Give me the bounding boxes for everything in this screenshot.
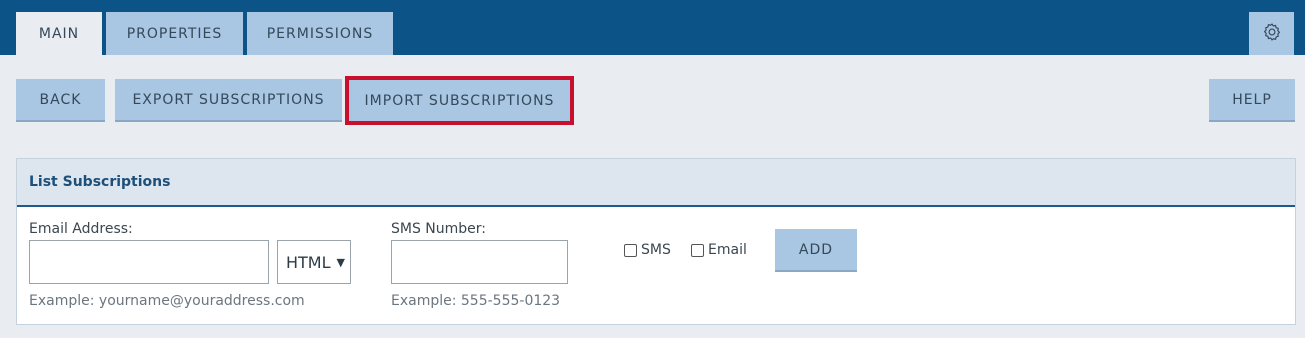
export-subscriptions-button[interactable]: EXPORT SUBSCRIPTIONS <box>115 79 342 122</box>
gear-icon <box>1262 22 1282 46</box>
list-subscriptions-panel: List Subscriptions Email Address: HTML ▼… <box>16 158 1296 325</box>
panel-title: List Subscriptions <box>17 159 1295 207</box>
email-checkbox[interactable] <box>691 243 704 257</box>
top-navigation-bar: MAIN PROPERTIES PERMISSIONS <box>0 0 1305 55</box>
email-checkbox-option[interactable]: Email <box>691 242 747 258</box>
sms-example-hint: Example: 555-555-0123 <box>391 293 561 309</box>
help-button[interactable]: HELP <box>1209 79 1295 122</box>
email-field[interactable] <box>29 240 269 284</box>
sms-number-label: SMS Number: <box>391 221 487 237</box>
email-checkbox-label: Email <box>708 242 747 258</box>
chevron-down-icon: ▼ <box>336 255 345 269</box>
back-button[interactable]: BACK <box>16 79 105 122</box>
format-select[interactable]: HTML ▼ <box>277 240 351 284</box>
add-button[interactable]: ADD <box>775 229 857 272</box>
settings-button[interactable] <box>1249 12 1294 55</box>
email-example-hint: Example: yourname@youraddress.com <box>29 293 305 309</box>
sms-checkbox[interactable] <box>624 243 637 257</box>
sms-checkbox-label: SMS <box>641 242 671 258</box>
tab-permissions[interactable]: PERMISSIONS <box>247 12 393 55</box>
sms-number-field[interactable] <box>391 240 568 284</box>
sms-checkbox-option[interactable]: SMS <box>624 242 671 258</box>
tab-properties[interactable]: PROPERTIES <box>106 12 243 55</box>
import-subscriptions-button[interactable]: IMPORT SUBSCRIPTIONS <box>345 76 574 125</box>
email-address-label: Email Address: <box>29 221 133 237</box>
format-select-value: HTML <box>286 252 331 272</box>
tab-main[interactable]: MAIN <box>16 12 102 55</box>
